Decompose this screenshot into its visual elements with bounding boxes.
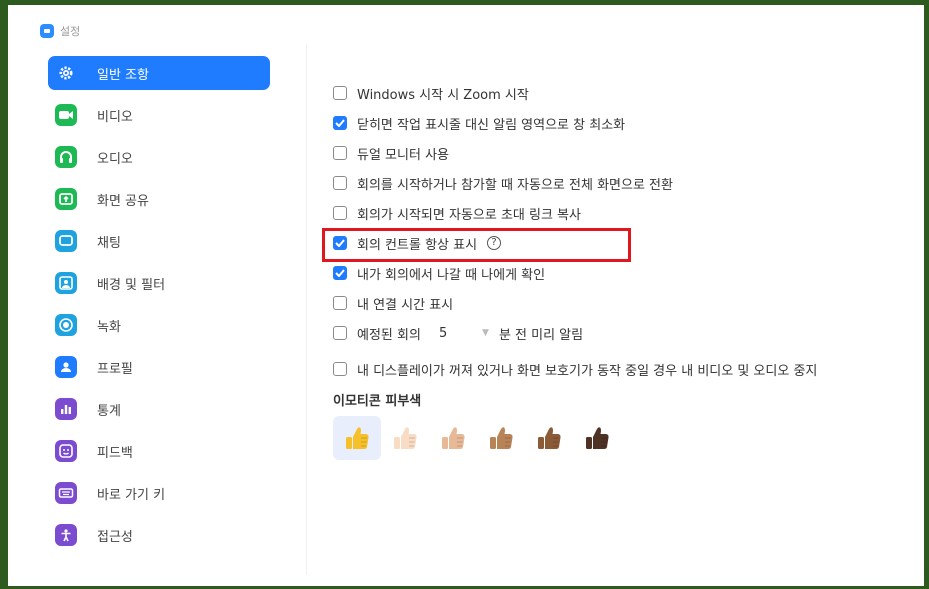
- reminder-checkbox[interactable]: [333, 326, 347, 340]
- option-checkbox[interactable]: [333, 146, 347, 160]
- sidebar-item-label: 일반 조항: [97, 67, 149, 83]
- sidebar-divider: [306, 45, 307, 575]
- sidebar-item-label: 바로 가기 키: [97, 487, 166, 503]
- option-checkbox[interactable]: [333, 206, 347, 220]
- skin-tone-title: 이모티콘 피부색: [333, 393, 422, 409]
- profile-icon: [55, 356, 77, 378]
- screensaver-option[interactable]: 내 디스플레이가 꺼져 있거나 화면 보호기가 동작 중일 경우 내 비디오 및…: [333, 354, 913, 384]
- gear-icon: [55, 62, 77, 84]
- sidebar-item-label: 피드백: [97, 445, 133, 461]
- sidebar-item-headphones[interactable]: 오디오: [48, 140, 270, 174]
- option-checkbox[interactable]: [333, 176, 347, 190]
- thumbs-up-icon[interactable]: [525, 416, 573, 460]
- screensaver-label: 내 디스플레이가 꺼져 있거나 화면 보호기가 동작 중일 경우 내 비디오 및…: [357, 363, 818, 379]
- skin-tone-picker: [333, 416, 913, 460]
- option-label: 내 연결 시간 표시: [357, 297, 454, 313]
- sidebar-item-label: 프로필: [97, 361, 133, 377]
- statistics-icon: [55, 398, 77, 420]
- general-option[interactable]: 회의를 시작하거나 참가할 때 자동으로 전체 화면으로 전환: [333, 168, 913, 198]
- option-label: 닫히면 작업 표시줄 대신 알림 영역으로 창 최소화: [357, 117, 626, 133]
- sidebar-item-record[interactable]: 녹화: [48, 308, 270, 342]
- general-option[interactable]: Windows 시작 시 Zoom 시작: [333, 78, 913, 108]
- record-icon: [55, 314, 77, 336]
- reminder-minutes-select[interactable]: 5 ▼: [439, 326, 489, 341]
- chat-icon: [55, 230, 77, 252]
- sidebar-item-label: 녹화: [97, 319, 121, 335]
- option-label: 듀얼 모니터 사용: [357, 147, 449, 163]
- sidebar-item-label: 통계: [97, 403, 121, 419]
- reminder-suffix-label: 분 전 미리 알림: [498, 327, 584, 343]
- sidebar-item-gear[interactable]: 일반 조항: [48, 56, 270, 90]
- background-filter-icon: [55, 272, 77, 294]
- meeting-reminder-option[interactable]: 예정된 회의 5 ▼ 분 전 미리 알림: [333, 318, 913, 348]
- general-option[interactable]: 듀얼 모니터 사용: [333, 138, 913, 168]
- thumbs-up-icon[interactable]: [381, 416, 429, 460]
- thumbs-up-icon[interactable]: [477, 416, 525, 460]
- reminder-minutes-value: 5: [438, 325, 448, 341]
- highlight-box: [322, 228, 631, 262]
- headphones-icon: [55, 146, 77, 168]
- screen-share-icon: [55, 188, 77, 210]
- option-checkbox[interactable]: [333, 116, 347, 130]
- title-bar: 설정: [40, 22, 80, 40]
- option-checkbox[interactable]: [333, 86, 347, 100]
- sidebar-item-label: 비디오: [97, 109, 133, 125]
- sidebar-item-label: 배경 및 필터: [97, 277, 166, 293]
- sidebar-item-screen-share[interactable]: 화면 공유: [48, 182, 270, 216]
- option-checkbox[interactable]: [333, 266, 347, 280]
- screensaver-checkbox[interactable]: [333, 362, 347, 376]
- zoom-app-icon: [40, 24, 54, 38]
- sidebar-item-profile[interactable]: 프로필: [48, 350, 270, 384]
- sidebar-item-keyboard[interactable]: 바로 가기 키: [48, 476, 270, 510]
- sidebar-item-statistics[interactable]: 통계: [48, 392, 270, 426]
- option-label: 회의가 시작되면 자동으로 초대 링크 복사: [357, 207, 581, 223]
- sidebar-item-label: 접근성: [97, 529, 133, 545]
- thumbs-up-icon[interactable]: [333, 416, 381, 460]
- option-checkbox[interactable]: [333, 296, 347, 310]
- keyboard-icon: [55, 482, 77, 504]
- general-option[interactable]: 회의가 시작되면 자동으로 초대 링크 복사: [333, 198, 913, 228]
- thumbs-up-icon[interactable]: [573, 416, 621, 460]
- reminder-prefix-label: 예정된 회의: [357, 327, 421, 343]
- video-camera-icon: [55, 104, 77, 126]
- feedback-icon: [55, 440, 77, 462]
- general-option[interactable]: 내가 회의에서 나갈 때 나에게 확인: [333, 258, 913, 288]
- sidebar-item-label: 채팅: [97, 235, 121, 251]
- sidebar-item-accessibility[interactable]: 접근성: [48, 518, 270, 552]
- general-settings-panel: Windows 시작 시 Zoom 시작닫히면 작업 표시줄 대신 알림 영역으…: [333, 78, 913, 460]
- sidebar-item-background-filter[interactable]: 배경 및 필터: [48, 266, 270, 300]
- sidebar-item-label: 화면 공유: [97, 193, 149, 209]
- option-label: 회의를 시작하거나 참가할 때 자동으로 전체 화면으로 전환: [357, 177, 673, 193]
- window-title: 설정: [60, 25, 81, 38]
- general-option[interactable]: 내 연결 시간 표시: [333, 288, 913, 318]
- chevron-down-icon: ▼: [482, 328, 489, 338]
- sidebar: 일반 조항비디오오디오화면 공유채팅배경 및 필터녹화프로필통계피드백바로 가기…: [48, 56, 270, 560]
- thumbs-up-icon[interactable]: [429, 416, 477, 460]
- option-label: 내가 회의에서 나갈 때 나에게 확인: [357, 267, 546, 283]
- option-label: Windows 시작 시 Zoom 시작: [357, 87, 529, 103]
- sidebar-item-feedback[interactable]: 피드백: [48, 434, 270, 468]
- accessibility-icon: [55, 524, 77, 546]
- sidebar-item-label: 오디오: [97, 151, 133, 167]
- sidebar-item-video-camera[interactable]: 비디오: [48, 98, 270, 132]
- sidebar-item-chat[interactable]: 채팅: [48, 224, 270, 258]
- general-option[interactable]: 닫히면 작업 표시줄 대신 알림 영역으로 창 최소화: [333, 108, 913, 138]
